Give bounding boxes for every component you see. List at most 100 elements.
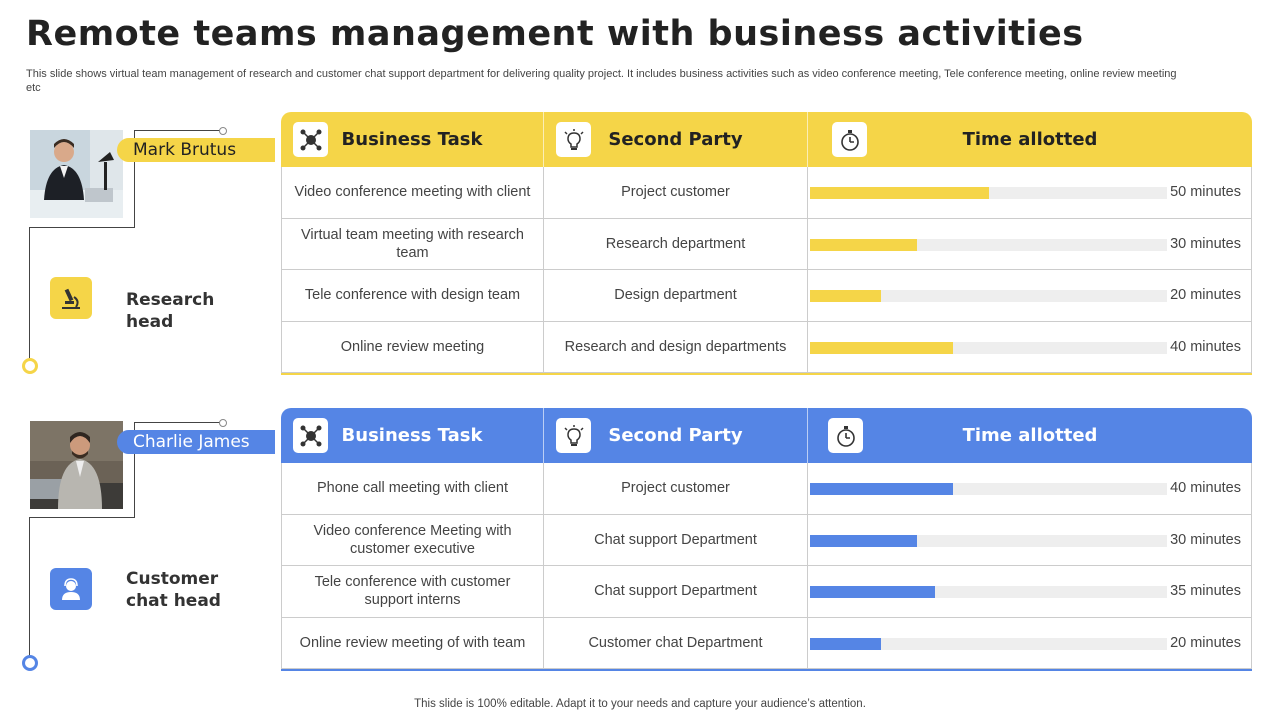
table-header: Business Task Second Party Time allotted: [281, 112, 1252, 167]
time-allotted-cell: 35 minutes: [808, 566, 1252, 617]
microscope-icon: [50, 277, 92, 319]
business-task-cell: Tele conference with customer support in…: [281, 566, 544, 617]
second-party-cell: Customer chat Department: [544, 617, 808, 668]
connector-line: [29, 227, 30, 359]
business-task-cell: Phone call meeting with client: [281, 463, 544, 514]
time-bar-fill: [810, 586, 935, 598]
connector-line: [29, 517, 30, 656]
time-label: 30 minutes: [1170, 531, 1241, 548]
table-body: Video conference meeting with client Proj…: [281, 167, 1252, 373]
header-business-task: Business Task: [281, 408, 544, 463]
table-row: Phone call meeting with client Project cu…: [281, 463, 1252, 515]
stopwatch-icon: [828, 418, 863, 453]
time-bar-track: [810, 238, 1167, 251]
header-label: Second Party: [608, 129, 743, 150]
business-task-cell: Video conference meeting with client: [281, 167, 544, 218]
business-task-cell: Online review meeting of with team: [281, 617, 544, 668]
person-photo-charlie-james: [30, 421, 123, 509]
activities-table-research: Business Task Second Party Time allotted…: [281, 112, 1252, 375]
time-allotted-cell: 20 minutes: [808, 270, 1252, 321]
header-label: Business Task: [341, 425, 483, 446]
header-label: Time allotted: [962, 425, 1098, 446]
time-allotted-cell: 50 minutes: [808, 167, 1252, 218]
role-label: Research head: [126, 290, 215, 332]
time-bar-fill: [810, 534, 918, 547]
table-header: Business Task Second Party Time allotted: [281, 408, 1252, 463]
business-task-cell: Virtual team meeting with research team: [281, 218, 544, 269]
connector-line: [134, 422, 224, 423]
second-party-cell: Chat support Department: [544, 566, 808, 617]
time-label: 40 minutes: [1170, 338, 1241, 355]
time-bar-fill: [810, 187, 989, 199]
time-allotted-cell: 30 minutes: [808, 514, 1252, 565]
lightbulb-icon: [556, 122, 591, 157]
time-bar-fill: [810, 483, 953, 495]
header-business-task: Business Task: [281, 112, 544, 167]
time-bar-fill: [810, 637, 882, 650]
stopwatch-icon: [832, 122, 867, 157]
time-bar-track: [810, 534, 1167, 547]
time-label: 20 minutes: [1170, 287, 1241, 304]
header-label: Second Party: [608, 425, 743, 446]
time-allotted-cell: 30 minutes: [808, 218, 1252, 269]
table-row: Virtual team meeting with research team R…: [281, 218, 1252, 270]
timeline-marker: [22, 655, 38, 671]
headset-user-icon: [50, 568, 92, 610]
time-bar-track: [810, 290, 1167, 302]
footer-note: This slide is 100% editable. Adapt it to…: [414, 698, 866, 710]
team-network-icon: [293, 122, 328, 157]
second-party-cell: Chat support Department: [544, 514, 808, 565]
page-subtitle: This slide shows virtual team management…: [26, 68, 1177, 94]
header-second-party: Second Party: [544, 112, 808, 167]
person-photo-mark-brutus: [30, 130, 123, 218]
time-bar-fill: [810, 238, 918, 251]
connector-line: [29, 227, 135, 228]
business-task-cell: Tele conference with design team: [281, 270, 544, 321]
business-task-cell: Video conference Meeting with customer e…: [281, 514, 544, 565]
timeline-marker: [22, 358, 38, 374]
team-network-icon: [293, 418, 328, 453]
person-name-tag: Mark Brutus: [117, 138, 275, 162]
time-label: 20 minutes: [1170, 634, 1241, 651]
second-party-cell: Project customer: [544, 167, 808, 218]
table-row: Tele conference with design team Design d…: [281, 270, 1252, 322]
table-row: Tele conference with customer support in…: [281, 566, 1252, 618]
connector-line: [134, 130, 224, 131]
header-label: Business Task: [341, 129, 483, 150]
business-task-cell: Online review meeting: [281, 321, 544, 372]
time-bar-track: [810, 586, 1167, 598]
time-bar-fill: [810, 290, 882, 302]
header-second-party: Second Party: [544, 408, 808, 463]
connector-dot: [219, 419, 227, 427]
person-name-tag: Charlie James: [117, 430, 275, 454]
second-party-cell: Design department: [544, 270, 808, 321]
time-allotted-cell: 40 minutes: [808, 321, 1252, 372]
time-bar-track: [810, 341, 1167, 354]
time-label: 40 minutes: [1170, 480, 1241, 497]
time-label: 50 minutes: [1170, 184, 1241, 201]
time-bar-fill: [810, 341, 953, 354]
page-title: Remote teams management with business ac…: [26, 14, 1084, 54]
second-party-cell: Research department: [544, 218, 808, 269]
time-allotted-cell: 40 minutes: [808, 463, 1252, 514]
time-allotted-cell: 20 minutes: [808, 617, 1252, 668]
second-party-cell: Project customer: [544, 463, 808, 514]
connector-dot: [219, 127, 227, 135]
time-bar-track: [810, 483, 1167, 495]
table-body: Phone call meeting with client Project cu…: [281, 463, 1252, 669]
lightbulb-icon: [556, 418, 591, 453]
time-label: 30 minutes: [1170, 235, 1241, 252]
header-label: Time allotted: [962, 129, 1098, 150]
table-row: Video conference meeting with client Proj…: [281, 167, 1252, 219]
time-bar-track: [810, 187, 1167, 199]
table-row: Online review meeting of with team Custom…: [281, 617, 1252, 669]
second-party-cell: Research and design departments: [544, 321, 808, 372]
header-time-allotted: Time allotted: [808, 112, 1252, 167]
table-row: Online review meeting Research and design…: [281, 321, 1252, 373]
header-time-allotted: Time allotted: [808, 408, 1252, 463]
time-label: 35 minutes: [1170, 583, 1241, 600]
role-label: Customer chat head: [126, 569, 221, 611]
table-row: Video conference Meeting with customer e…: [281, 514, 1252, 566]
connector-line: [29, 517, 135, 518]
time-bar-track: [810, 637, 1167, 650]
